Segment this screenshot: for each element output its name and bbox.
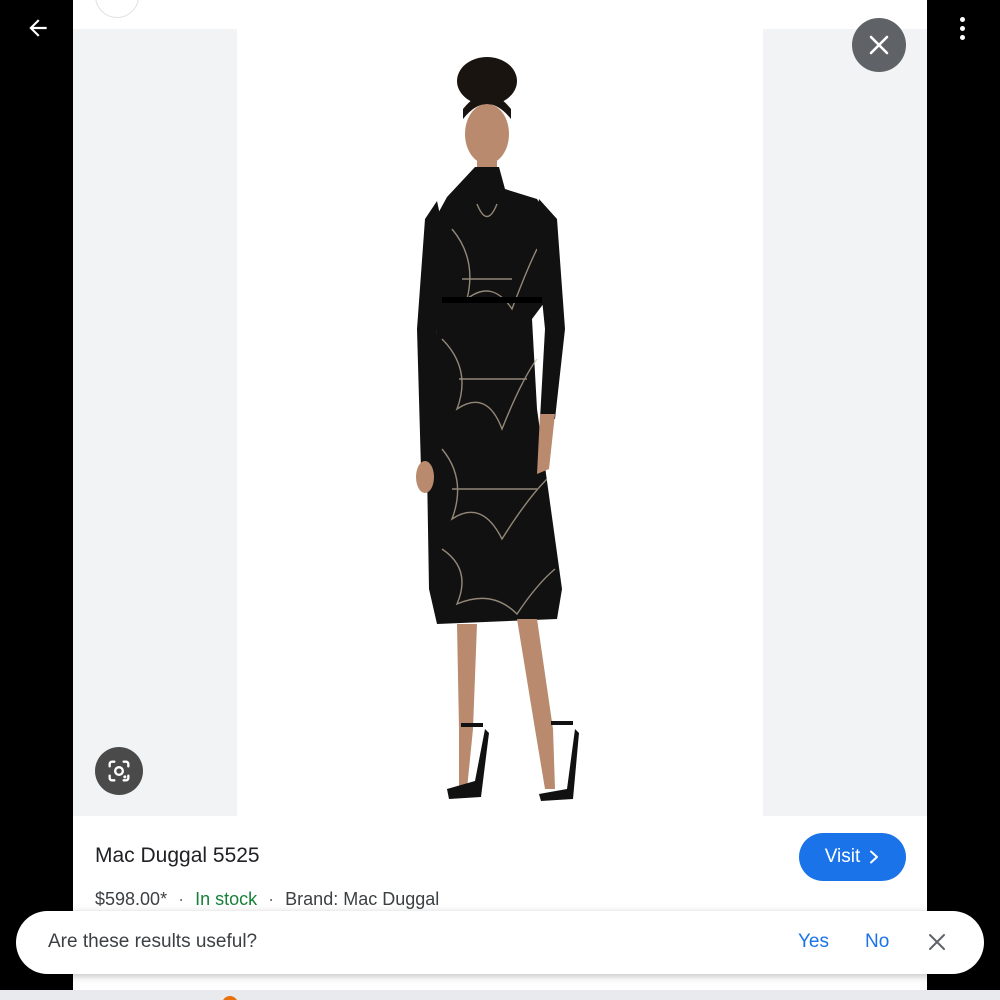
stock-status: In stock [195,889,258,909]
meta-separator: · [178,889,185,909]
product-image[interactable] [237,29,763,816]
more-vert-icon-dot [959,16,965,22]
visit-button[interactable]: Visit [799,833,906,881]
close-icon [869,35,889,55]
feedback-yes-button[interactable]: Yes [798,931,829,953]
more-vert-icon-dot [959,25,965,31]
feedback-bar: Are these results useful? Yes No [16,911,984,974]
chevron-right-icon [870,850,879,864]
more-options-button[interactable] [944,8,980,48]
product-meta: $598.00* · In stock · Brand: Mac Duggal [95,889,439,910]
close-button[interactable] [852,18,906,72]
feedback-question: Are these results useful? [48,931,258,952]
top-chip[interactable] [95,0,139,18]
lens-button[interactable] [95,747,143,795]
back-button[interactable] [20,10,56,46]
dress-model-image [416,57,579,801]
feedback-close-button[interactable] [925,930,949,954]
product-image-area [73,29,927,816]
right-backdrop [927,0,1000,1000]
feedback-no-button[interactable]: No [865,931,889,953]
left-backdrop [0,0,73,1000]
lens-icon [108,760,130,782]
meta-separator: · [268,889,275,909]
product-price: $598.00* [95,889,168,909]
product-brand: Brand: Mac Duggal [285,889,440,909]
arrow-left-icon [29,19,47,37]
visit-button-label: Visit [824,846,861,867]
product-panel: Mac Duggal 5525 Visit $598.00* · In stoc… [73,0,927,1000]
product-title[interactable]: Mac Duggal 5525 [95,844,260,868]
bottom-strip [0,990,1000,1000]
top-strip [73,0,927,29]
close-icon [929,934,945,950]
more-vert-icon-dot [959,34,965,40]
